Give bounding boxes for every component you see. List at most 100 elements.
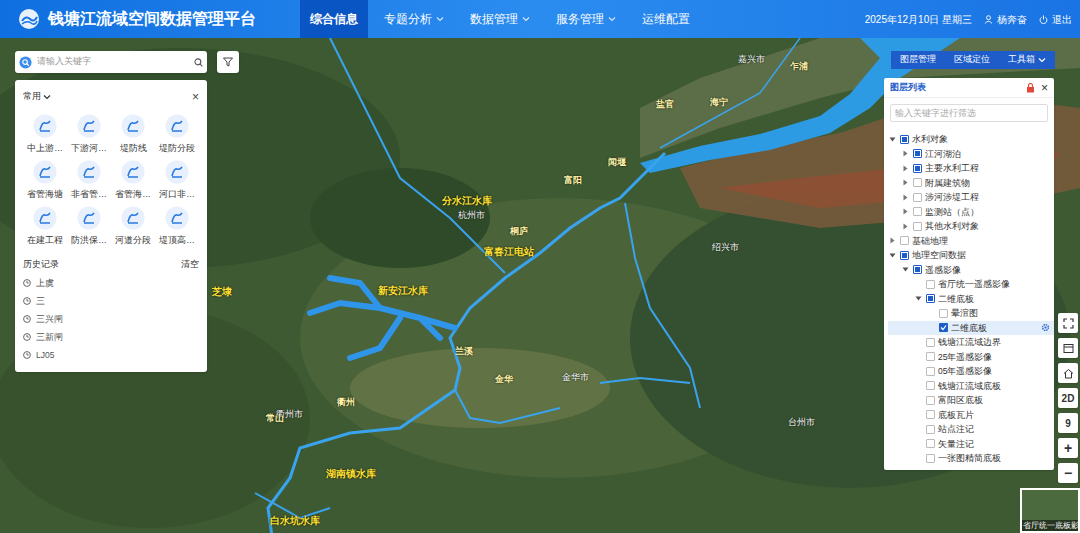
close-button[interactable]: × bbox=[192, 91, 199, 103]
layer-checkbox[interactable] bbox=[913, 222, 922, 231]
layer-row[interactable]: 晕渲图 bbox=[888, 306, 1054, 321]
quick-panel-title[interactable]: 常用 bbox=[23, 90, 51, 104]
layer-row[interactable]: 地理空间数据 bbox=[888, 248, 1054, 263]
layer-checkbox[interactable] bbox=[913, 164, 922, 173]
layer-row[interactable]: 主要水利工程 bbox=[888, 161, 1054, 176]
quick-item[interactable]: 下游河… bbox=[67, 114, 111, 154]
zoom-out-button[interactable]: − bbox=[1058, 463, 1078, 483]
layer-row[interactable]: 钱塘江流域底板 bbox=[888, 379, 1054, 394]
quick-item[interactable]: 堤防线 bbox=[111, 114, 155, 154]
toolbar-button[interactable]: 工具箱 bbox=[999, 51, 1055, 69]
layer-checkbox[interactable] bbox=[926, 338, 935, 347]
lock-icon[interactable] bbox=[1026, 83, 1035, 93]
layer-row[interactable]: 底板瓦片 bbox=[888, 408, 1054, 423]
layer-checkbox[interactable] bbox=[900, 251, 909, 260]
layer-row[interactable]: 矢量注记 bbox=[888, 437, 1054, 452]
map-view[interactable]: 分水江水库富春江电站新安江水库湖南镇水库白水坑水库芝埭杭州市绍兴市金华市衢州市台… bbox=[0, 38, 1080, 533]
layer-filter-input[interactable] bbox=[895, 107, 1043, 120]
close-button[interactable]: × bbox=[1041, 82, 1048, 94]
layer-row[interactable]: 监测站（点） bbox=[888, 205, 1054, 220]
layer-checkbox[interactable] bbox=[926, 439, 935, 448]
logout-button[interactable]: 退出 bbox=[1039, 12, 1072, 27]
layer-checkbox[interactable] bbox=[900, 135, 909, 144]
quick-item[interactable]: 省管海塘 bbox=[23, 160, 67, 200]
basemap-switcher[interactable]: 省厅统一底板影 bbox=[1020, 488, 1080, 533]
layer-view-button[interactable] bbox=[1058, 338, 1078, 358]
quick-item[interactable]: 在建工程 bbox=[23, 206, 67, 246]
layer-checkbox[interactable] bbox=[926, 410, 935, 419]
quick-item[interactable]: 河口非… bbox=[155, 160, 199, 200]
layer-row[interactable]: 钱塘江流域边界 bbox=[888, 335, 1054, 350]
history-item[interactable]: 上虞 bbox=[23, 274, 199, 292]
expand-toggle[interactable] bbox=[888, 135, 897, 144]
layer-checkbox[interactable] bbox=[926, 381, 935, 390]
nav-tab[interactable]: 专题分析 bbox=[374, 0, 454, 38]
layer-row[interactable]: 05年遥感影像 bbox=[888, 364, 1054, 379]
fullscreen-button[interactable] bbox=[1058, 313, 1078, 333]
nav-tab[interactable]: 数据管理 bbox=[460, 0, 540, 38]
zoom-in-button[interactable]: + bbox=[1058, 438, 1078, 458]
layer-row[interactable]: 站点注记 bbox=[888, 422, 1054, 437]
quick-item[interactable]: 非省管… bbox=[67, 160, 111, 200]
layer-row[interactable]: 江河湖泊 bbox=[888, 147, 1054, 162]
toolbar-button[interactable]: 区域定位 bbox=[945, 51, 999, 69]
layer-row[interactable]: 25年遥感影像 bbox=[888, 350, 1054, 365]
expand-toggle[interactable] bbox=[914, 294, 923, 303]
gear-icon[interactable] bbox=[1041, 323, 1050, 332]
layer-checkbox[interactable] bbox=[900, 236, 909, 245]
nav-tab[interactable]: 服务管理 bbox=[546, 0, 626, 38]
layer-row[interactable]: 其他水利对象 bbox=[888, 219, 1054, 234]
layer-checkbox[interactable] bbox=[913, 207, 922, 216]
layer-row[interactable]: 省厅统一遥感影像 bbox=[888, 277, 1054, 292]
expand-toggle[interactable] bbox=[888, 236, 897, 245]
layer-checkbox[interactable] bbox=[939, 309, 948, 318]
layer-row[interactable]: 遥感影像 bbox=[888, 263, 1054, 278]
view-mode-button[interactable]: 2D bbox=[1058, 388, 1078, 408]
layer-row[interactable]: 二维底板 bbox=[888, 292, 1054, 307]
filter-icon[interactable] bbox=[217, 51, 239, 73]
nav-tab[interactable]: 综合信息 bbox=[300, 0, 368, 38]
expand-toggle[interactable] bbox=[901, 178, 910, 187]
home-button[interactable] bbox=[1058, 363, 1078, 383]
quick-item[interactable]: 河道分段 bbox=[111, 206, 155, 246]
history-item[interactable]: 三 bbox=[23, 292, 199, 310]
nav-tab[interactable]: 运维配置 bbox=[632, 0, 700, 38]
search-input[interactable] bbox=[37, 55, 189, 69]
toolbar-button[interactable]: 图层管理 bbox=[891, 51, 945, 69]
layer-checkbox[interactable] bbox=[926, 396, 935, 405]
layer-checkbox[interactable] bbox=[913, 149, 922, 158]
quick-item[interactable]: 堤防分段 bbox=[155, 114, 199, 154]
expand-toggle[interactable] bbox=[901, 193, 910, 202]
layer-checkbox[interactable] bbox=[913, 193, 922, 202]
layer-checkbox[interactable] bbox=[913, 265, 922, 274]
expand-toggle[interactable] bbox=[901, 164, 910, 173]
layer-row[interactable]: 二维底板 bbox=[888, 321, 1054, 336]
clear-button[interactable]: 清空 bbox=[181, 258, 199, 271]
expand-toggle[interactable] bbox=[901, 222, 910, 231]
user-menu[interactable]: 杨奔奋 bbox=[984, 12, 1027, 27]
history-item[interactable]: LJ05 bbox=[23, 346, 199, 364]
quick-item[interactable]: 中上游… bbox=[23, 114, 67, 154]
expand-toggle[interactable] bbox=[901, 207, 910, 216]
layer-row[interactable]: 富阳区底板 bbox=[888, 393, 1054, 408]
quick-item[interactable]: 堤顶高… bbox=[155, 206, 199, 246]
history-item[interactable]: 三兴闸 bbox=[23, 310, 199, 328]
layer-checkbox[interactable] bbox=[926, 454, 935, 463]
expand-toggle[interactable] bbox=[901, 265, 910, 274]
search-field[interactable] bbox=[15, 51, 207, 73]
layer-checkbox[interactable] bbox=[926, 352, 935, 361]
layer-row[interactable]: 水利对象 bbox=[888, 132, 1054, 147]
layer-checkbox[interactable] bbox=[913, 178, 922, 187]
layer-checkbox[interactable] bbox=[926, 294, 935, 303]
layer-row[interactable]: 涉河涉堤工程 bbox=[888, 190, 1054, 205]
layer-filter[interactable] bbox=[890, 104, 1048, 122]
layer-checkbox[interactable] bbox=[926, 367, 935, 376]
layer-checkbox[interactable] bbox=[926, 425, 935, 434]
layer-checkbox[interactable] bbox=[926, 280, 935, 289]
history-item[interactable]: 三新闸 bbox=[23, 328, 199, 346]
layer-row[interactable]: 基础地理 bbox=[888, 234, 1054, 249]
quick-item[interactable]: 防洪保… bbox=[67, 206, 111, 246]
layer-checkbox[interactable] bbox=[939, 323, 948, 332]
expand-toggle[interactable] bbox=[888, 251, 897, 260]
quick-item[interactable]: 省管海… bbox=[111, 160, 155, 200]
